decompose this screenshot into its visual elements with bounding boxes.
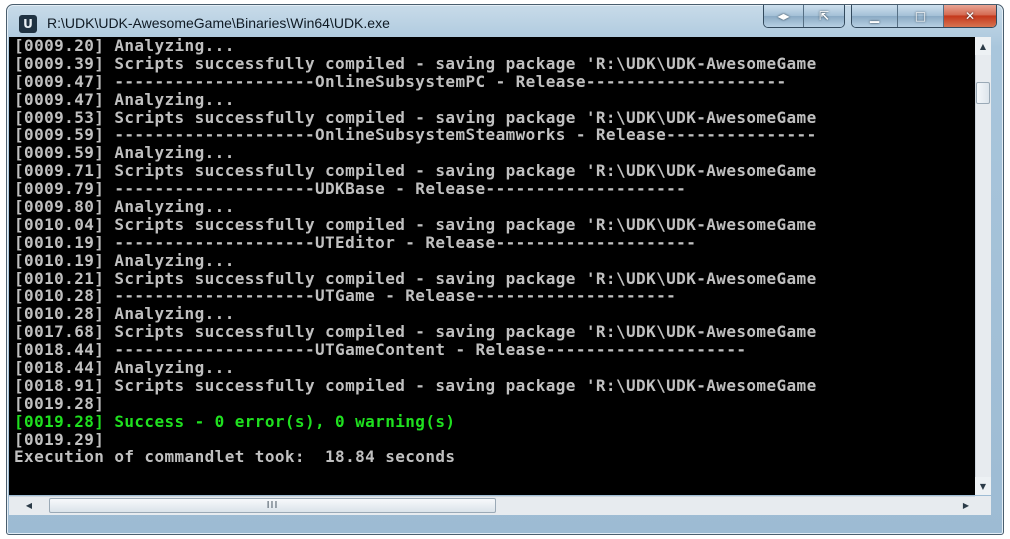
chevron-left-icon: ◀ bbox=[25, 501, 33, 510]
console-line: [0009.59] --------------------OnlineSubs… bbox=[14, 125, 817, 145]
vertical-scrollbar-thumb[interactable] bbox=[976, 82, 990, 104]
chevron-right-icon: ▶ bbox=[962, 501, 970, 510]
console-line: Execution of commandlet took: 18.84 seco… bbox=[14, 447, 456, 467]
scroll-right-button[interactable]: ▶ bbox=[957, 496, 975, 515]
console-output[interactable]: [0009.20] Analyzing... [0009.39] Scripts … bbox=[9, 37, 975, 495]
console-line: [0019.28] bbox=[14, 393, 105, 413]
udk-u-icon[interactable]: U bbox=[19, 15, 37, 33]
scroll-up-button[interactable]: ▲ bbox=[975, 37, 991, 55]
console-line: [0018.91] Scripts successfully compiled … bbox=[14, 375, 817, 395]
console-line: [0010.21] Scripts successfully compiled … bbox=[14, 268, 817, 288]
console-line: [0009.47] --------------------OnlineSubs… bbox=[14, 71, 787, 91]
console-line: [0009.80] Analyzing... bbox=[14, 197, 235, 217]
minimize-icon: ▁ bbox=[869, 9, 880, 23]
maximize-icon: □ bbox=[914, 9, 927, 23]
restore-icon: ⇱ bbox=[818, 9, 830, 23]
arrows-icon: ◂▸ bbox=[777, 9, 790, 23]
console-line: [0010.19] --------------------UTEditor -… bbox=[14, 232, 697, 252]
chevron-down-icon: ▼ bbox=[979, 481, 987, 491]
console-line: [0009.47] Analyzing... bbox=[14, 89, 235, 109]
window-title: R:\UDK\UDK-AwesomeGame\Binaries\Win64\UD… bbox=[47, 15, 390, 31]
window-controls: ▁ □ ✕ bbox=[851, 5, 997, 28]
console-line: [0010.04] Scripts successfully compiled … bbox=[14, 214, 817, 234]
scroll-left-button[interactable]: ◀ bbox=[20, 496, 38, 515]
console-line: [0017.68] Scripts successfully compiled … bbox=[14, 322, 817, 342]
console-line: [0009.39] Scripts successfully compiled … bbox=[14, 53, 817, 73]
console-line: [0009.20] Analyzing... bbox=[14, 37, 235, 55]
close-icon: ✕ bbox=[964, 9, 976, 23]
console-line: [0010.28] Analyzing... bbox=[14, 304, 235, 324]
console-line: [0018.44] --------------------UTGameCont… bbox=[14, 340, 747, 360]
console-line: [0009.79] --------------------UDKBase - … bbox=[14, 179, 687, 199]
close-button[interactable]: ✕ bbox=[944, 5, 996, 27]
title-bar[interactable]: U R:\UDK\UDK-AwesomeGame\Binaries\Win64\… bbox=[7, 5, 1003, 35]
extra-button-group: ◂▸ ⇱ bbox=[763, 5, 845, 28]
horizontal-scrollbar-thumb[interactable]: III bbox=[49, 498, 496, 513]
console-line: [0018.44] Analyzing... bbox=[14, 358, 235, 378]
console-line: [0010.19] Analyzing... bbox=[14, 250, 235, 270]
grip-icon: III bbox=[266, 500, 279, 511]
maximize-button[interactable]: □ bbox=[898, 5, 944, 27]
minimize-button[interactable]: ▁ bbox=[852, 5, 898, 27]
vertical-scrollbar-track[interactable] bbox=[975, 55, 991, 495]
console-line: [0009.71] Scripts successfully compiled … bbox=[14, 161, 817, 181]
console-line: [0009.53] Scripts successfully compiled … bbox=[14, 107, 817, 127]
chevron-up-icon: ▲ bbox=[979, 41, 987, 51]
console-line: [0009.59] Analyzing... bbox=[14, 143, 235, 163]
extra-button-1[interactable]: ◂▸ bbox=[764, 5, 804, 27]
extra-button-2[interactable]: ⇱ bbox=[804, 5, 844, 27]
console-line: [0019.29] bbox=[14, 429, 105, 449]
console-line: [0010.28] --------------------UTGame - R… bbox=[14, 286, 677, 306]
resize-grip[interactable] bbox=[975, 496, 991, 515]
scroll-down-button[interactable]: ▼ bbox=[975, 477, 991, 495]
console-line-success: [0019.28] Success - 0 error(s), 0 warnin… bbox=[14, 411, 456, 431]
